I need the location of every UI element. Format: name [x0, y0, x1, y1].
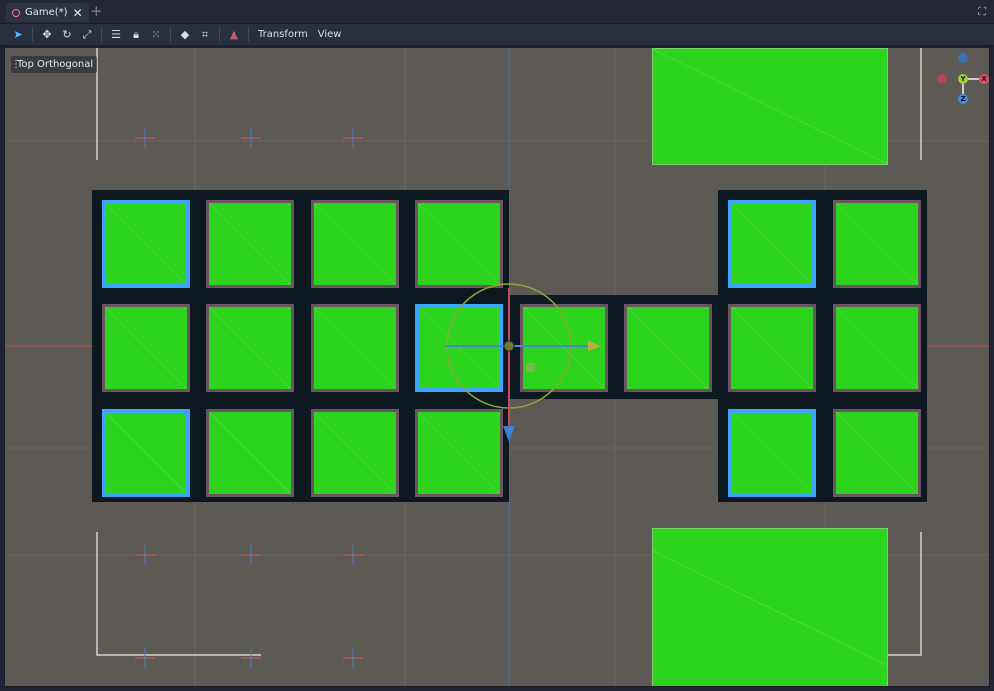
- close-icon[interactable]: ✕: [73, 6, 83, 20]
- green-plane-bottom[interactable]: [652, 528, 888, 686]
- grid-tile[interactable]: [102, 409, 190, 497]
- grid-tile[interactable]: [415, 304, 503, 392]
- z-axis-icon[interactable]: Z: [958, 94, 968, 104]
- add-tab-icon[interactable]: +: [90, 2, 103, 20]
- x-axis-icon[interactable]: X: [979, 74, 989, 84]
- scene-node-icon: [12, 8, 20, 17]
- grid-tile[interactable]: [833, 304, 921, 392]
- tab-title: Game(*): [25, 7, 68, 18]
- view-menu[interactable]: View: [313, 29, 347, 40]
- green-plane-top[interactable]: [652, 48, 888, 165]
- toolbar-divider: [32, 27, 33, 42]
- grid-tile[interactable]: [206, 304, 294, 392]
- grid-tile[interactable]: [415, 200, 503, 288]
- fullscreen-icon[interactable]: ⛶: [978, 5, 986, 19]
- orientation-gizmo[interactable]: Y X Z: [933, 50, 989, 110]
- grid-tile[interactable]: [102, 200, 190, 288]
- grid-tile[interactable]: [833, 200, 921, 288]
- viewport-toolbar: ➤ ✥ ↻ ⤢ ☰ 🔒︎ ⁙ ◆ ⌗ ▲ Transform View: [0, 24, 994, 46]
- grid-tile[interactable]: [520, 304, 608, 392]
- editor-tab-bar: Game(*) ✕ + ⛶: [0, 0, 994, 24]
- select-icon[interactable]: ➤: [8, 25, 28, 45]
- scale-icon[interactable]: ⤢: [77, 25, 97, 45]
- toolbar-divider: [101, 27, 102, 42]
- grid-tile[interactable]: [311, 409, 399, 497]
- toolbar-divider: [170, 27, 171, 42]
- neg-z-axis-icon[interactable]: [958, 53, 968, 63]
- rotate-icon[interactable]: ↻: [57, 25, 77, 45]
- list-icon[interactable]: ☰: [106, 25, 126, 45]
- grid-tile[interactable]: [311, 304, 399, 392]
- tab-game[interactable]: Game(*) ✕: [6, 3, 89, 22]
- grid-tile[interactable]: [728, 304, 816, 392]
- camera-icon[interactable]: ▲: [224, 25, 244, 45]
- lock-icon[interactable]: 🔒︎: [126, 25, 146, 45]
- view-perspective-menu[interactable]: Top Orthogonal: [11, 56, 98, 73]
- neg-x-axis-icon[interactable]: [937, 74, 947, 84]
- grid-tile[interactable]: [728, 200, 816, 288]
- transform-menu[interactable]: Transform: [253, 29, 313, 40]
- toolbar-divider: [248, 27, 249, 42]
- grid-tile[interactable]: [311, 200, 399, 288]
- grid-tile[interactable]: [624, 304, 712, 392]
- local-space-icon[interactable]: ◆: [175, 25, 195, 45]
- y-axis-icon[interactable]: Y: [958, 74, 968, 84]
- grid-tile[interactable]: [728, 409, 816, 497]
- toolbar-divider: [219, 27, 220, 42]
- grid-tile[interactable]: [206, 200, 294, 288]
- snap-icon[interactable]: ⌗: [195, 25, 215, 45]
- group-icon[interactable]: ⁙: [146, 25, 166, 45]
- grid-tile[interactable]: [102, 304, 190, 392]
- grid-tile[interactable]: [415, 409, 503, 497]
- grid-tile[interactable]: [833, 409, 921, 497]
- 3d-viewport[interactable]: Top Orthogonal Y X Z: [4, 47, 990, 687]
- grid-tile[interactable]: [206, 409, 294, 497]
- move-icon[interactable]: ✥: [37, 25, 57, 45]
